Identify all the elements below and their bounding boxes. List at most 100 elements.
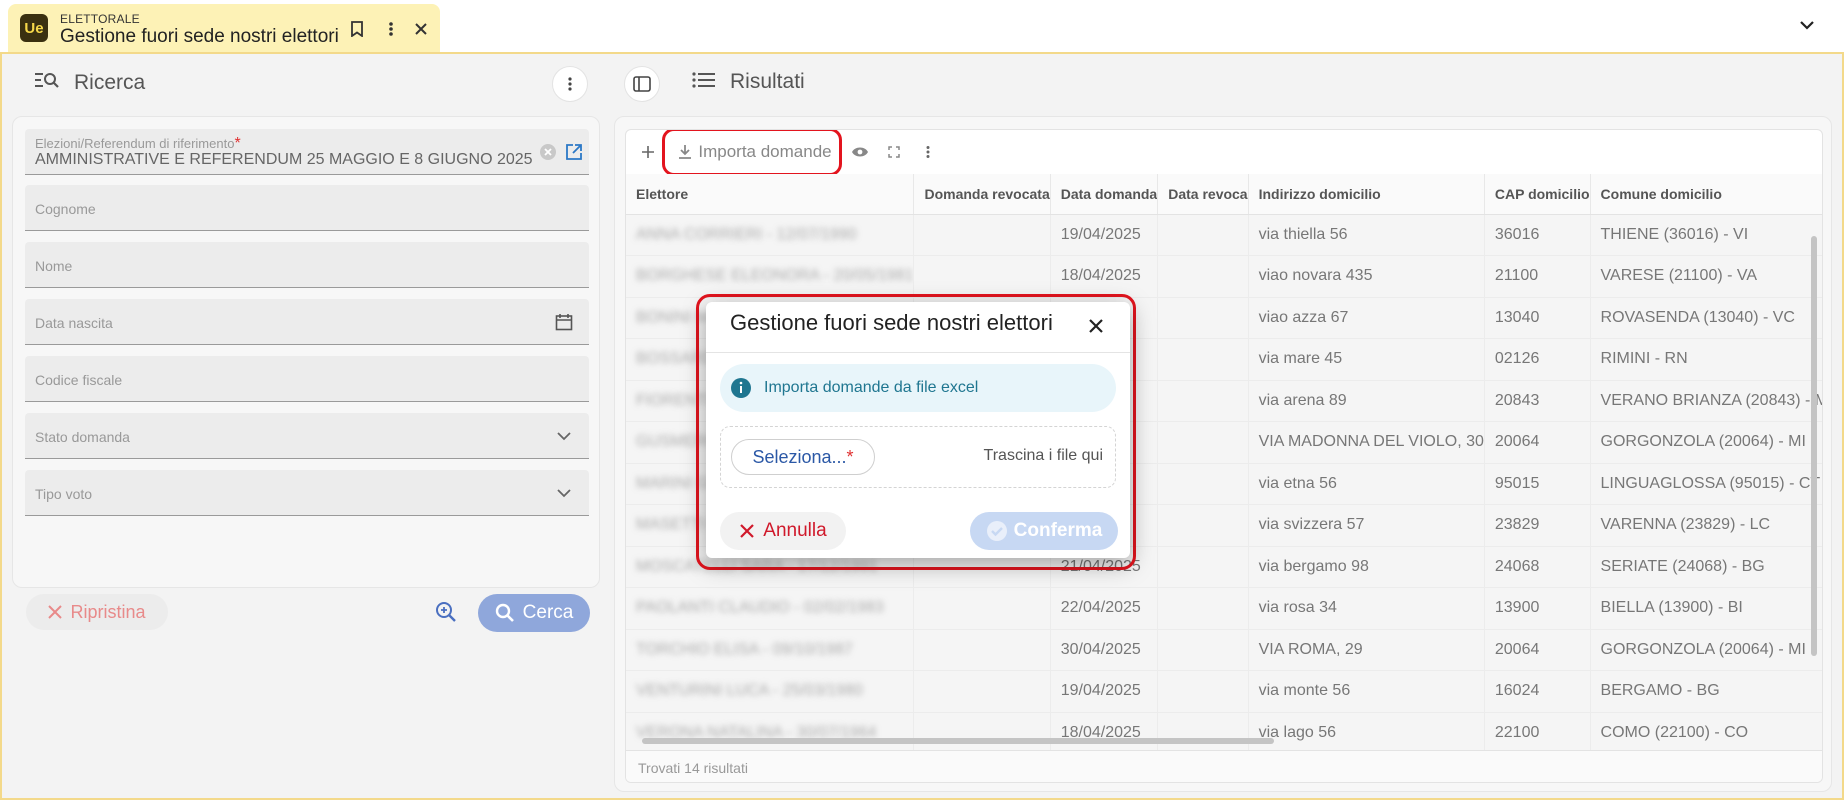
add-icon[interactable] (638, 140, 658, 164)
table-cell (913, 712, 1051, 754)
table-row[interactable]: BORGHESE ELEONORA - 20/05/1981 18/04/2025… (626, 255, 1822, 298)
more-vert-icon[interactable] (916, 140, 940, 164)
table-cell (1157, 629, 1249, 671)
table-row[interactable]: ANNA CORRIERI - 12/07/1990 19/04/2025 via … (626, 214, 1822, 256)
scroll-thumb[interactable] (642, 738, 1274, 744)
file-drop-zone[interactable]: Seleziona... * Trascina i file qui (720, 426, 1116, 488)
table-cell: 20064 (1484, 629, 1591, 671)
chevron-down-icon[interactable] (1796, 14, 1818, 36)
table-cell (1157, 421, 1249, 464)
zoom-search-icon[interactable] (432, 598, 460, 626)
reset-button[interactable]: Ripristina (26, 594, 168, 630)
sidebar-icon (633, 76, 651, 92)
elezioni-field[interactable]: Elezioni/Referendum di riferimento* AMMI… (25, 129, 589, 175)
table-cell: 30/04/2025 (1050, 629, 1159, 671)
nome-field[interactable]: Nome (25, 242, 589, 288)
table-cell: COMO (22100) - CO (1590, 712, 1822, 754)
table-row[interactable]: VERONA NATALINA - 30/07/1964 18/04/2025 vi… (626, 712, 1822, 754)
cognome-field[interactable]: Cognome (25, 185, 589, 231)
app-logo: Ue (20, 14, 48, 42)
table-cell: VENTURINI LUCA - 25/03/1980 (626, 670, 915, 713)
import-button[interactable]: Importa domande (672, 140, 838, 164)
table-cell: PAOLANTI CLAUDIO - 02/02/1983 (626, 587, 915, 630)
table-cell: GORGONZOLA (20064) - MI (1590, 421, 1822, 464)
drop-hint: Trascina i file qui (983, 447, 1103, 464)
column-header[interactable]: CAP domicilio (1484, 174, 1591, 215)
table-cell: ANNA CORRIERI - 12/07/1990 (626, 214, 915, 256)
horizontal-scrollbar[interactable] (626, 736, 1810, 746)
table-cell (1157, 338, 1249, 381)
table-cell: BERGAMO - BG (1590, 670, 1822, 713)
nome-label: Nome (35, 258, 73, 274)
table-cell: via mare 45 (1248, 338, 1485, 381)
calendar-icon[interactable] (553, 311, 575, 333)
column-header[interactable]: Data revoca (1157, 174, 1249, 215)
search-menu-button[interactable] (552, 66, 588, 102)
column-header[interactable]: Comune domicilio (1590, 174, 1822, 215)
table-cell (1157, 546, 1249, 588)
table-row[interactable]: VENTURINI LUCA - 25/03/1980 19/04/2025 via… (626, 670, 1822, 713)
grid-toolbar: Importa domande (626, 130, 1822, 176)
confirm-button[interactable]: Conferma (970, 512, 1118, 550)
table-cell: GORGONZOLA (20064) - MI (1590, 629, 1822, 671)
table-row[interactable]: TORCHIO ELISA - 09/10/1987 30/04/2025 VIA … (626, 629, 1822, 671)
chevron-down-icon (553, 482, 575, 504)
codice-fiscale-field[interactable]: Codice fiscale (25, 356, 589, 402)
elezioni-value: AMMINISTRATIVE E REFERENDUM 25 MAGGIO E … (35, 151, 533, 168)
app-tab[interactable]: Ue ELETTORALE Gestione fuori sede nostri… (8, 4, 440, 52)
table-cell: VIA MADONNA DEL VIOLO, 30 (1248, 421, 1485, 464)
table-cell: 13040 (1484, 297, 1591, 339)
cancel-button[interactable]: Annulla (720, 512, 846, 550)
table-cell: 18/04/2025 (1050, 712, 1159, 754)
more-vert-icon[interactable] (380, 18, 402, 40)
toggle-sidebar-button[interactable] (624, 66, 660, 102)
table-cell: VERANO BRIANZA (20843) - MB (1590, 380, 1822, 422)
data-nascita-field[interactable]: Data nascita (25, 299, 589, 345)
table-cell: via lago 56 (1248, 712, 1485, 754)
close-icon (740, 524, 755, 538)
column-header[interactable]: Domanda revocata (913, 174, 1051, 215)
table-cell (913, 629, 1051, 671)
table-row[interactable]: PAOLANTI CLAUDIO - 02/02/1983 22/04/2025 v… (626, 587, 1822, 630)
table-cell: 20064 (1484, 421, 1591, 464)
table-cell: VERONA NATALINA - 30/07/1964 (626, 712, 915, 754)
close-tab-icon[interactable] (410, 18, 432, 40)
tipo-voto-select[interactable]: Tipo voto (25, 470, 589, 516)
info-text: Importa domande da file excel (764, 379, 979, 396)
table-cell: 23829 (1484, 504, 1591, 547)
table-cell: via arena 89 (1248, 380, 1485, 422)
select-file-button[interactable]: Seleziona... * (731, 439, 875, 475)
divider (706, 352, 1130, 353)
fullscreen-icon[interactable] (882, 140, 906, 164)
table-cell: BIELLA (13900) - BI (1590, 587, 1822, 630)
open-external-icon[interactable] (563, 141, 585, 163)
column-header[interactable]: Elettore (626, 174, 915, 215)
tipo-voto-label: Tipo voto (35, 486, 93, 502)
cancel-label: Annulla (763, 520, 827, 541)
results-count: Trovati 14 risultati (626, 750, 1822, 782)
table-cell: 19/04/2025 (1050, 214, 1159, 256)
search-panel-title: Ricerca (74, 70, 146, 94)
eye-icon[interactable] (848, 140, 872, 164)
close-icon (48, 605, 63, 619)
info-icon (731, 378, 751, 398)
vertical-scrollbar[interactable] (1810, 218, 1818, 758)
results-panel-title: Risultati (730, 70, 805, 93)
reset-label: Ripristina (70, 601, 146, 622)
results-panel-header: Risultati (692, 70, 805, 94)
column-header[interactable]: Indirizzo domicilio (1248, 174, 1485, 215)
stato-domanda-select[interactable]: Stato domanda (25, 413, 589, 459)
search-button[interactable]: Cerca (478, 594, 590, 632)
table-cell: via etna 56 (1248, 463, 1485, 505)
scroll-thumb[interactable] (1811, 236, 1817, 656)
search-label: Cerca (522, 602, 574, 623)
bookmark-icon[interactable] (346, 18, 368, 40)
info-banner: Importa domande da file excel (720, 364, 1116, 412)
clear-icon[interactable] (537, 141, 559, 163)
search-form: Elezioni/Referendum di riferimento* AMMI… (12, 116, 600, 588)
column-header[interactable]: Data domanda (1050, 174, 1159, 215)
table-cell: LINGUAGLOSSA (95015) - CT (1590, 463, 1822, 505)
close-icon[interactable] (1082, 312, 1110, 340)
stato-domanda-label: Stato domanda (35, 429, 130, 445)
data-nascita-label: Data nascita (35, 315, 113, 331)
